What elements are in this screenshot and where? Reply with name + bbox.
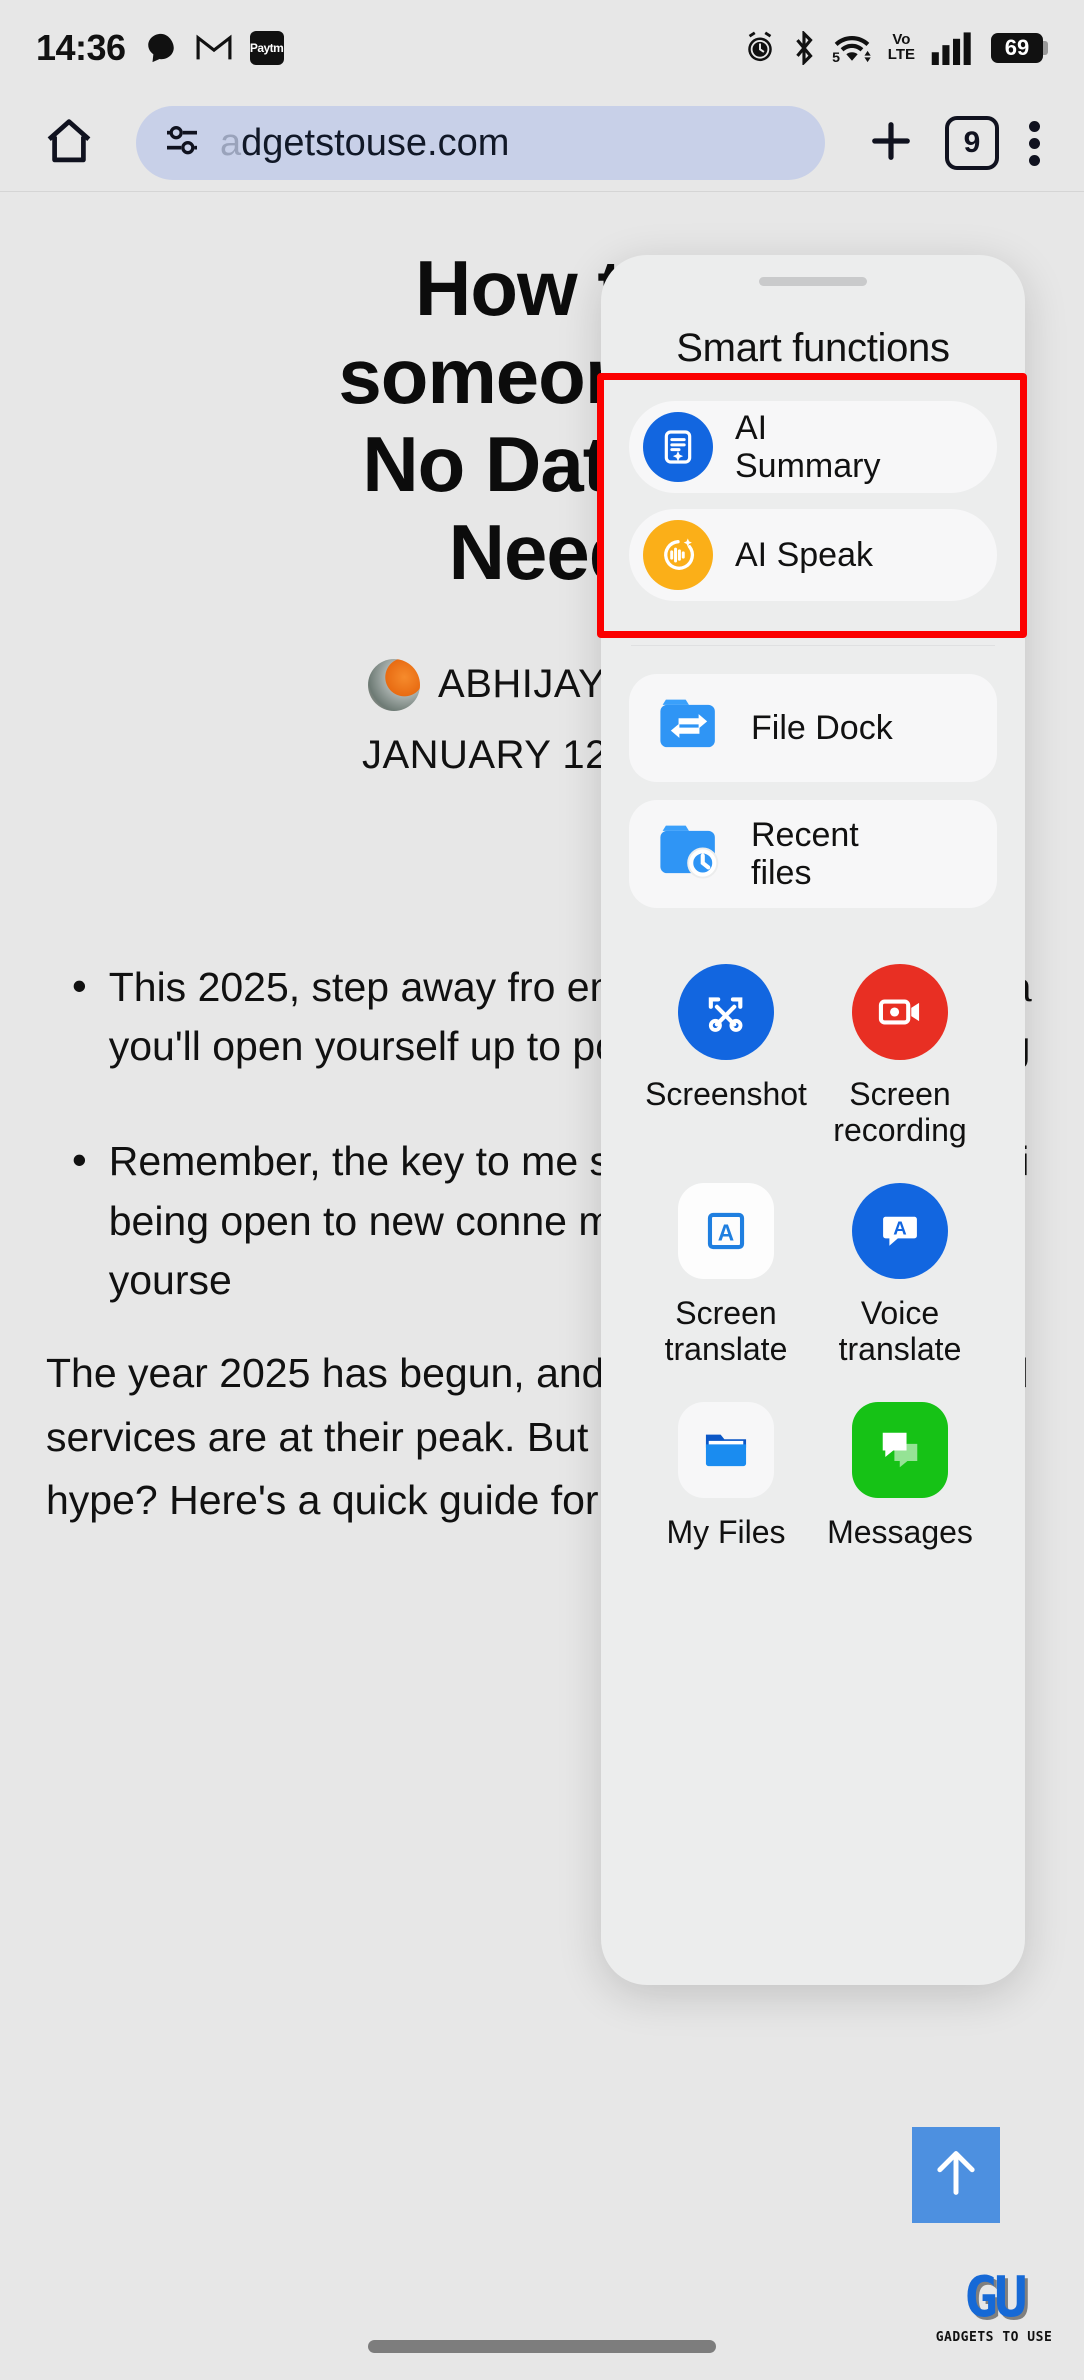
nav-gesture-bar[interactable] <box>368 2340 716 2353</box>
screen-recording-label-line1: Screen <box>849 1076 951 1112</box>
kebab-menu-icon[interactable] <box>1013 115 1056 172</box>
recent-files-label-line2: files <box>751 854 812 892</box>
voice-translate-button[interactable]: A Voice translate <box>813 1182 987 1368</box>
file-function-group: File Dock Recent files <box>621 674 1005 908</box>
file-dock-label: File Dock <box>751 708 893 747</box>
recent-files-label: Recent files <box>751 816 859 892</box>
tune-icon[interactable] <box>162 121 202 166</box>
watermark: GU GADGETS TO USE <box>930 2265 1058 2346</box>
browser-toolbar: adgetstouse.com 9 <box>0 95 1084 192</box>
paytm-icon: Paytm <box>249 30 284 65</box>
screenshot-icon <box>678 964 774 1060</box>
watermark-text: GADGETS TO USE <box>935 2330 1053 2345</box>
voice-translate-label-line1: Voice <box>860 1294 940 1331</box>
bullet-dot-icon: • <box>72 961 87 1009</box>
battery-percent: 69 <box>991 32 1043 63</box>
svg-text:A: A <box>893 1217 906 1238</box>
svg-text:5: 5 <box>832 50 840 65</box>
screen-translate-label: Screen translate <box>665 1295 788 1368</box>
home-icon <box>42 114 96 173</box>
wifi-5g-icon: 5 <box>832 31 872 65</box>
tools-grid: Screenshot Screen recording A Screen tra… <box>621 964 1005 1550</box>
recent-files-label-line1: Recent <box>751 815 859 854</box>
bullet-dot-icon: • <box>72 1136 87 1184</box>
arrow-up-icon <box>930 2145 982 2206</box>
messages-button[interactable]: Messages <box>813 1401 987 1550</box>
voice-translate-icon: A <box>852 1182 948 1279</box>
url-text-group: adgetstouse.com <box>220 122 509 165</box>
url-faded-prefix: a <box>220 121 242 164</box>
url-bar[interactable]: adgetstouse.com <box>136 106 825 180</box>
svg-text:A: A <box>718 1219 734 1245</box>
ai-speak-button[interactable]: AI Speak <box>629 509 997 601</box>
screen-recording-label: Screen recording <box>833 1076 966 1149</box>
screen-recording-icon <box>852 964 948 1060</box>
ai-summary-button[interactable]: AI Summary <box>629 401 997 493</box>
new-tab-button[interactable] <box>851 115 931 172</box>
battery-cap <box>1043 40 1048 55</box>
ai-summary-label: AI Summary <box>735 409 880 485</box>
my-files-label: My Files <box>666 1513 786 1550</box>
ai-speak-icon <box>643 520 713 590</box>
ai-summary-label-line2: Summary <box>735 447 881 485</box>
recent-files-icon <box>653 819 725 890</box>
status-time: 14:36 <box>36 26 126 68</box>
my-files-icon <box>678 1401 774 1498</box>
panel-title: Smart functions <box>676 326 950 370</box>
screen-translate-button[interactable]: A Screen translate <box>639 1182 813 1368</box>
ai-summary-label-line1: AI <box>735 408 768 447</box>
screen-recording-label-line2: recording <box>833 1112 967 1149</box>
url-text: dgetstouse.com <box>241 121 510 164</box>
plus-icon <box>865 115 917 172</box>
tab-switcher-button[interactable]: 9 <box>931 116 1013 170</box>
screen-translate-icon: A <box>678 1182 774 1279</box>
gmail-icon <box>196 33 232 63</box>
watermark-logo: GU <box>964 2265 1027 2330</box>
volte-icon: Vo LTE <box>887 31 915 63</box>
chat-bubble-icon <box>144 31 178 65</box>
screenshot-label: Screenshot <box>645 1076 807 1112</box>
smart-functions-panel: Smart functions AI Summary AI Speak File… <box>601 255 1025 1985</box>
alarm-icon <box>744 31 776 65</box>
voice-translate-label-line2: translate <box>838 1331 962 1368</box>
status-bar-left: 14:36 Paytm <box>36 27 284 69</box>
status-bar: 14:36 Paytm 5 Vo LTE 69 <box>0 0 1084 95</box>
scroll-to-top-button[interactable] <box>912 2127 1000 2223</box>
avatar <box>368 658 421 711</box>
voice-translate-label: Voice translate <box>839 1295 962 1368</box>
file-dock-icon <box>653 693 725 764</box>
messages-icon <box>852 1401 948 1498</box>
screen-translate-label-line1: Screen <box>675 1294 777 1331</box>
battery-indicator: 69 <box>991 32 1048 63</box>
status-bar-right: 5 Vo LTE 69 <box>744 30 1048 65</box>
messages-label: Messages <box>827 1513 973 1550</box>
tab-count: 9 <box>945 116 999 170</box>
signal-bars-icon <box>931 31 975 65</box>
panel-divider <box>631 645 995 646</box>
screen-translate-label-line2: translate <box>664 1331 788 1368</box>
bluetooth-icon <box>792 30 816 65</box>
home-button[interactable] <box>28 114 110 173</box>
recent-files-button[interactable]: Recent files <box>629 800 997 908</box>
screen-recording-button[interactable]: Screen recording <box>813 964 987 1149</box>
screenshot-button[interactable]: Screenshot <box>639 964 813 1149</box>
ai-function-group: AI Summary AI Speak <box>621 401 1005 601</box>
ai-summary-icon <box>643 412 713 482</box>
ai-speak-label: AI Speak <box>735 535 873 574</box>
file-dock-button[interactable]: File Dock <box>629 674 997 782</box>
my-files-button[interactable]: My Files <box>639 1401 813 1550</box>
panel-drag-handle[interactable] <box>759 277 867 286</box>
